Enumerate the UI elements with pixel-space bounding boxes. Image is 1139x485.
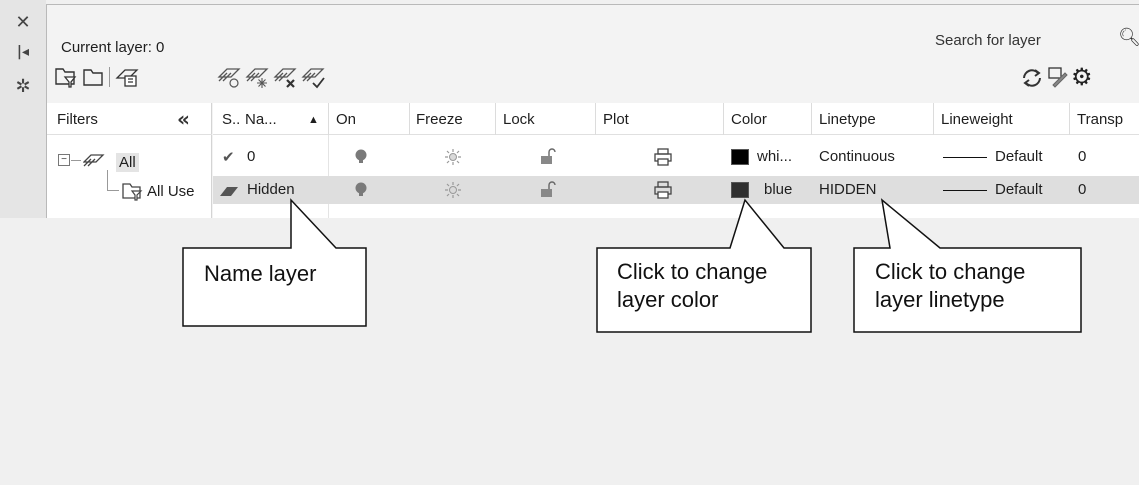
callout-change-linetype-line2: layer linetype xyxy=(875,287,1005,312)
callout-name-layer: Name layer xyxy=(204,261,317,286)
callout-change-linetype-line1: Click to change xyxy=(875,259,1026,284)
callout-change-color-line2: layer color xyxy=(617,287,719,312)
callout-change-color-line1: Click to change xyxy=(617,259,768,284)
callout-shapes xyxy=(182,198,1082,333)
